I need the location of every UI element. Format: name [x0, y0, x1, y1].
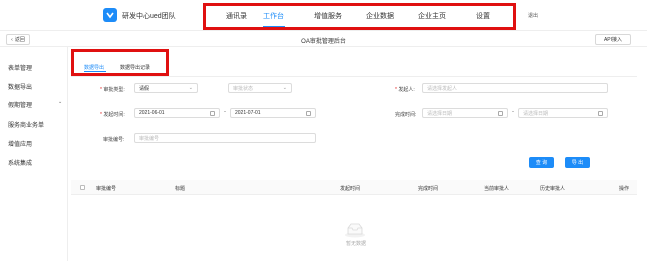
approval-type-value: 请假 [139, 85, 150, 92]
start-date-from-input[interactable]: 2021-06-01 [134, 108, 220, 118]
approval-status-placeholder: 审批状态 [233, 85, 254, 92]
calendar-icon [498, 111, 503, 116]
query-button[interactable]: 查 询 [529, 157, 554, 168]
finish-date-to-placeholder: 请选择日期 [523, 110, 549, 117]
column-approval-no: 审批编号 [96, 186, 117, 192]
sidebar-item-value-added-apps[interactable]: 增值应用 [8, 139, 32, 148]
date-range-separator: - [224, 109, 226, 115]
sidebar-item-service-provider-orders[interactable]: 服务商业务单 [8, 120, 44, 129]
finish-date-to-input[interactable]: 请选择日期 [518, 108, 608, 118]
finish-time-label: 完成时间: [395, 112, 417, 118]
approval-type-label: * 审批类型: [100, 87, 125, 93]
app-logo-icon [103, 8, 117, 22]
tabs-divider [71, 76, 637, 77]
tabs-highlight-box [71, 49, 169, 76]
page-title: OA审批管理后台 [301, 39, 346, 45]
empty-state-text: 暂无数据 [345, 241, 366, 247]
start-date-from-value: 2021-06-01 [139, 110, 165, 116]
api-access-button[interactable]: API接入 [595, 34, 631, 45]
chevron-down-icon: ⌄ [282, 85, 287, 91]
app-title: 研发中心ued团队 [122, 13, 176, 20]
column-actions: 操作 [619, 186, 630, 192]
finish-date-from-placeholder: 请选择日期 [427, 110, 453, 117]
chevron-down-icon[interactable]: ⌄ [58, 99, 62, 105]
chevron-down-icon: ⌄ [188, 85, 193, 91]
column-current-approver: 当前审批人 [484, 186, 510, 192]
initiator-label: * 发起人: [395, 87, 415, 93]
calendar-icon [306, 111, 311, 116]
nav-highlight-box [203, 3, 516, 30]
approval-type-select[interactable]: 请假 ⌄ [134, 83, 198, 93]
calendar-icon [598, 111, 603, 116]
logout-link[interactable]: 退出 [528, 12, 538, 19]
approval-status-select[interactable]: 审批状态 ⌄ [228, 83, 292, 93]
start-time-label: * 发起时间: [100, 112, 125, 118]
approval-no-input[interactable]: 审批编号 [134, 133, 316, 143]
sidebar: 表单管理 数据导出 假期管理 ⌄ 服务商业务单 增值应用 系统集成 [0, 47, 68, 261]
initiator-placeholder: 请选择发起人 [427, 85, 458, 92]
start-date-to-value: 2021-07-01 [235, 110, 261, 116]
start-date-to-input[interactable]: 2021-07-01 [230, 108, 316, 118]
sidebar-item-leave-management[interactable]: 假期管理 [8, 100, 32, 109]
column-start-time: 发起时间 [340, 186, 361, 192]
top-bar: 研发中心ued团队 通讯录 工作台 增值服务 企业数据 企业主页 设置 退出 [0, 0, 647, 30]
approval-no-label: 审批编号: [103, 137, 125, 143]
select-all-checkbox[interactable] [80, 185, 85, 190]
calendar-icon [210, 111, 215, 116]
sidebar-item-form-management[interactable]: 表单管理 [8, 63, 32, 72]
approval-no-placeholder: 审批编号 [139, 135, 160, 142]
finish-date-from-input[interactable]: 请选择日期 [422, 108, 508, 118]
sub-header: ‹ 返回 OA审批管理后台 API接入 [0, 30, 647, 47]
column-title: 标题 [175, 186, 186, 192]
column-finish-time: 完成时间 [418, 186, 439, 192]
empty-box-icon [343, 222, 367, 240]
initiator-input[interactable]: 请选择发起人 [422, 83, 608, 93]
sidebar-item-system-integration[interactable]: 系统集成 [8, 158, 32, 167]
date-range-separator: - [512, 109, 514, 115]
sidebar-item-data-export[interactable]: 数据导出 [8, 82, 32, 91]
export-button[interactable]: 导 出 [565, 157, 590, 168]
column-history-approver: 历史审批人 [540, 186, 566, 192]
